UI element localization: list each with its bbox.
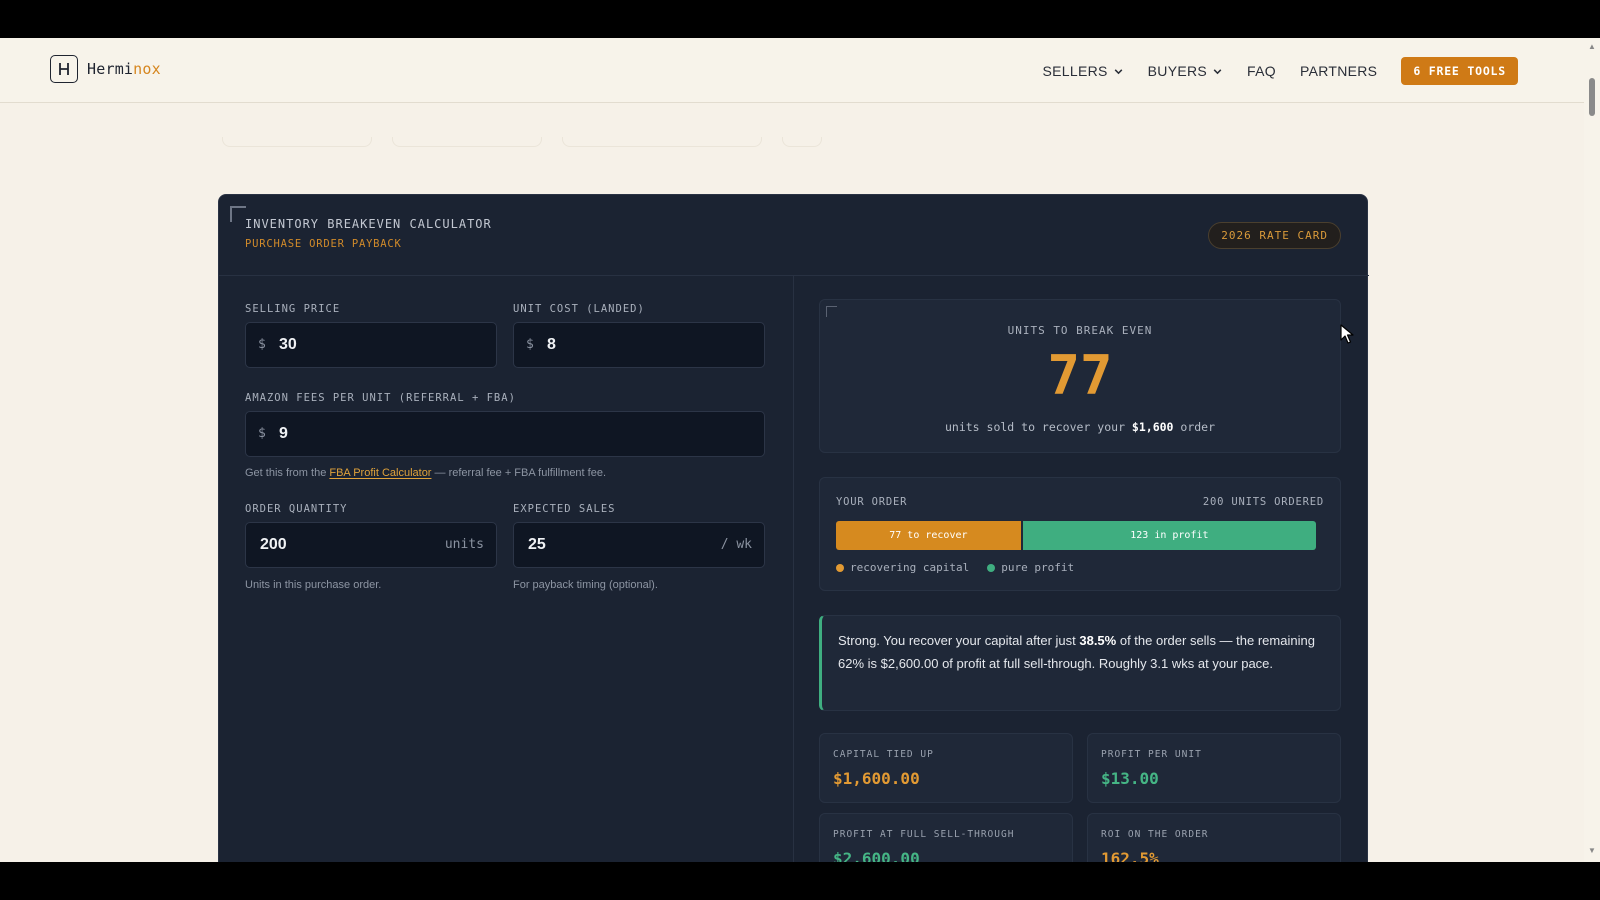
browser-viewport: Herminox SELLERS BUYERS FAQ PARTNERS 6 F…: [0, 38, 1600, 862]
breakeven-caption: units sold to recover your $1,600 order: [944, 420, 1216, 434]
dollar-prefix: $: [258, 426, 266, 441]
summary-text: Strong. You recover your capital after j…: [838, 633, 1315, 671]
expected-sales-label: EXPECTED SALES: [513, 503, 616, 515]
expected-sales-input[interactable]: 25 / wk: [513, 522, 765, 568]
nav-buyers-label: BUYERS: [1147, 63, 1208, 79]
stat-profit-full-sell-through: PROFIT AT FULL SELL-THROUGH $2,600.00: [819, 813, 1073, 862]
selling-price-label: SELLING PRICE: [245, 303, 341, 315]
header-divider: [219, 275, 1369, 276]
units-suffix: units: [444, 537, 484, 552]
orange-dot-icon: [836, 563, 844, 572]
fba-profit-calculator-link[interactable]: FBA Profit Calculator: [329, 467, 431, 479]
order-quantity-label: ORDER QUANTITY: [245, 503, 348, 515]
scroll-down-arrow-icon[interactable]: ▼: [1588, 846, 1596, 855]
site-header: Herminox SELLERS BUYERS FAQ PARTNERS 6 F…: [0, 38, 1584, 103]
unit-cost-value: 8: [547, 336, 556, 353]
recover-segment: 77 to recover: [836, 521, 1021, 550]
main-nav: SELLERS BUYERS FAQ PARTNERS 6 FREE TOOLS: [1043, 57, 1518, 85]
column-divider: [793, 276, 794, 862]
faded-tag: [222, 137, 372, 147]
page-scrollbar[interactable]: ▲ ▼: [1584, 38, 1600, 862]
stat-label: ROI ON THE ORDER: [1101, 829, 1209, 840]
stat-capital-tied-up: CAPITAL TIED UP $1,600.00: [819, 733, 1073, 803]
free-tools-button[interactable]: 6 FREE TOOLS: [1401, 57, 1518, 85]
corner-bracket: [826, 306, 837, 317]
units-ordered-label: 200 UNITS ORDERED: [1202, 496, 1324, 508]
nav-faq-label: FAQ: [1247, 63, 1276, 79]
order-split-bar: 77 to recover 123 in profit: [836, 521, 1316, 550]
legend-profit: pure profit: [987, 561, 1074, 574]
chevron-down-icon: [1213, 68, 1222, 74]
letterbox-top: [0, 0, 1600, 38]
stat-label: CAPITAL TIED UP: [833, 749, 934, 760]
faded-tag: [782, 137, 822, 147]
unit-cost-label: UNIT COST (LANDED): [513, 303, 645, 315]
nav-sellers[interactable]: SELLERS: [1043, 63, 1124, 79]
breakeven-label: UNITS TO BREAK EVEN: [1007, 324, 1153, 337]
selling-price-value: 30: [279, 336, 297, 353]
rate-card-badge: 2026 RATE CARD: [1208, 222, 1341, 249]
order-legend: recovering capital pure profit: [836, 561, 1074, 574]
legend-recovering: recovering capital: [836, 561, 969, 574]
breakeven-calculator-card: INVENTORY BREAKEVEN CALCULATOR PURCHASE …: [218, 194, 1369, 862]
amazon-fees-input[interactable]: $ 9: [245, 411, 765, 457]
faded-tag: [392, 137, 542, 147]
scroll-thumb[interactable]: [1589, 78, 1595, 116]
amazon-fees-value: 9: [279, 425, 288, 442]
site-logo[interactable]: Herminox: [50, 55, 161, 83]
dollar-prefix: $: [258, 337, 266, 352]
stat-value: $13.00: [1101, 769, 1159, 788]
expected-sales-help: For payback timing (optional).: [513, 579, 658, 591]
scroll-up-arrow-icon[interactable]: ▲: [1588, 42, 1596, 51]
faded-tag: [562, 137, 762, 147]
corner-bracket: [230, 206, 246, 222]
stat-value: 162.5%: [1101, 849, 1159, 862]
stat-value: $1,600.00: [833, 769, 920, 788]
order-split-panel: YOUR ORDER 200 UNITS ORDERED 77 to recov…: [819, 477, 1341, 591]
logo-mark-icon: [50, 55, 78, 83]
stat-roi-on-order: ROI ON THE ORDER 162.5%: [1087, 813, 1341, 862]
stat-profit-per-unit: PROFIT PER UNIT $13.00: [1087, 733, 1341, 803]
nav-buyers[interactable]: BUYERS: [1148, 63, 1223, 79]
profit-segment: 123 in profit: [1022, 521, 1316, 550]
breakeven-result-panel: UNITS TO BREAK EVEN 77 units sold to rec…: [819, 299, 1341, 453]
nav-faq[interactable]: FAQ: [1247, 63, 1276, 79]
selling-price-input[interactable]: $ 30: [245, 322, 497, 368]
letterbox-bottom: [0, 862, 1600, 900]
order-quantity-help: Units in this purchase order.: [245, 579, 382, 591]
amazon-fees-help: Get this from the FBA Profit Calculator …: [245, 467, 607, 479]
calculator-title: INVENTORY BREAKEVEN CALCULATOR: [245, 217, 492, 231]
result-summary-callout: Strong. You recover your capital after j…: [819, 615, 1341, 711]
order-quantity-input[interactable]: 200 units: [245, 522, 497, 568]
stat-label: PROFIT PER UNIT: [1101, 749, 1202, 760]
expected-sales-value: 25: [528, 536, 546, 553]
amazon-fees-label: AMAZON FEES PER UNIT (REFERRAL + FBA): [245, 392, 516, 404]
calculator-subtitle: PURCHASE ORDER PAYBACK: [245, 238, 402, 250]
nav-partners-label: PARTNERS: [1299, 63, 1378, 79]
per-week-suffix: / wk: [720, 537, 752, 552]
order-quantity-value: 200: [260, 536, 287, 553]
nav-sellers-label: SELLERS: [1042, 63, 1108, 79]
breakeven-units-value: 77: [1047, 344, 1113, 407]
faded-tag-row: [222, 137, 822, 147]
logo-wordmark: Herminox: [87, 60, 161, 78]
unit-cost-input[interactable]: $ 8: [513, 322, 765, 368]
green-dot-icon: [987, 563, 996, 572]
dollar-prefix: $: [526, 337, 534, 352]
chevron-down-icon: [1114, 68, 1123, 74]
mouse-cursor-icon: [1340, 324, 1354, 349]
stat-value: $2,600.00: [833, 849, 920, 862]
your-order-label: YOUR ORDER: [836, 496, 908, 508]
stat-label: PROFIT AT FULL SELL-THROUGH: [833, 829, 1015, 840]
nav-partners[interactable]: PARTNERS: [1300, 63, 1377, 79]
